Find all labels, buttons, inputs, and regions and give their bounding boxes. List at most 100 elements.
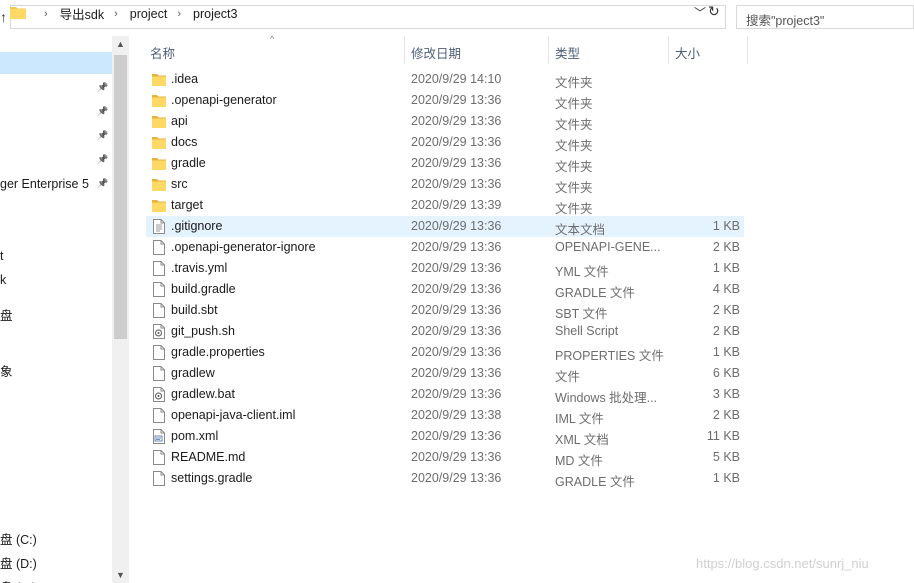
file-size: 1 KB — [712, 471, 740, 485]
nav-item[interactable]: 盘 (D:) — [0, 553, 37, 572]
column-divider[interactable] — [668, 36, 669, 64]
file-row[interactable]: build.gradle 2020/9/29 13:36 GRADLE 文件 4 KB — [146, 279, 744, 300]
file-icon — [153, 303, 165, 318]
file-date: 2020/9/29 13:36 — [411, 219, 502, 233]
folder-row[interactable]: gradle 2020/9/29 13:36 文件夹 — [146, 153, 744, 174]
file-type: 文件夹 — [555, 76, 593, 90]
file-date: 2020/9/29 13:36 — [411, 93, 502, 107]
file-row[interactable]: openapi-java-client.iml 2020/9/29 13:38 IM… — [146, 405, 744, 426]
file-row[interactable]: README.md 2020/9/29 13:36 MD 文件 5 KB — [146, 447, 744, 468]
folder-icon — [152, 158, 166, 170]
nav-item[interactable]: 象 — [0, 361, 13, 380]
chevron-right-icon[interactable]: › — [114, 8, 118, 20]
file-date: 2020/9/29 13:36 — [411, 429, 502, 443]
file-name: src — [171, 177, 188, 191]
scroll-down-icon[interactable]: ▼ — [116, 570, 125, 580]
scroll-up-icon[interactable]: ▲ — [116, 39, 125, 49]
file-date: 2020/9/29 13:36 — [411, 261, 502, 275]
pin-icon: 📌 — [97, 82, 109, 92]
sort-ascending-icon: ^ — [270, 34, 275, 44]
column-divider[interactable] — [747, 36, 748, 64]
pin-icon: 📌 — [97, 106, 109, 116]
nav-item[interactable]: t — [0, 249, 3, 263]
file-row[interactable]: gradlew.bat 2020/9/29 13:36 Windows 批处理...… — [146, 384, 744, 405]
nav-item[interactable]: 盘 (C:) — [0, 529, 37, 548]
file-row[interactable]: .travis.yml 2020/9/29 13:36 YML 文件 1 KB — [146, 258, 744, 279]
column-divider[interactable] — [548, 36, 549, 64]
file-row[interactable]: build.sbt 2020/9/29 13:36 SBT 文件 2 KB — [146, 300, 744, 321]
file-name: git_push.sh — [171, 324, 235, 338]
file-type: YML 文件 — [555, 265, 609, 279]
breadcrumb-item[interactable]: project — [130, 7, 168, 21]
file-size: 2 KB — [712, 408, 740, 422]
file-type: 文件夹 — [555, 160, 593, 174]
file-date: 2020/9/29 13:36 — [411, 387, 502, 401]
folder-row[interactable]: api 2020/9/29 13:36 文件夹 — [146, 111, 744, 132]
folder-row[interactable]: docs 2020/9/29 13:36 文件夹 — [146, 132, 744, 153]
file-date: 2020/9/29 13:36 — [411, 303, 502, 317]
file-row[interactable]: settings.gradle 2020/9/29 13:36 GRADLE 文件 1… — [146, 468, 744, 489]
nav-selected-item[interactable] — [0, 52, 112, 74]
chevron-down-icon[interactable]: ﹀ — [694, 4, 706, 21]
file-row[interactable]: git_push.sh 2020/9/29 13:36 Shell Script 2 … — [146, 321, 744, 342]
file-date: 2020/9/29 13:36 — [411, 324, 502, 338]
file-row[interactable]: gradle.properties 2020/9/29 13:36 PROPERTI… — [146, 342, 744, 363]
breadcrumb-item[interactable]: 导出sdk — [60, 4, 104, 23]
file-type: PROPERTIES 文件 — [555, 349, 664, 363]
folder-row[interactable]: .openapi-generator 2020/9/29 13:36 文件夹 — [146, 90, 744, 111]
column-header-type[interactable]: 类型 — [555, 43, 580, 62]
file-size: 2 KB — [712, 303, 740, 317]
folder-row[interactable]: target 2020/9/29 13:39 文件夹 — [146, 195, 744, 216]
file-date: 2020/9/29 13:36 — [411, 282, 502, 296]
file-type: GRADLE 文件 — [555, 286, 635, 300]
file-type: 文件夹 — [555, 97, 593, 111]
nav-item[interactable]: ger Enterprise 5 — [0, 177, 89, 191]
up-arrow-icon[interactable]: ↑ — [0, 9, 7, 25]
file-date: 2020/9/29 13:36 — [411, 366, 502, 380]
file-icon — [153, 450, 165, 465]
xml-file-icon — [153, 429, 165, 444]
file-icon — [153, 261, 165, 276]
file-name: openapi-java-client.iml — [171, 408, 296, 422]
chevron-right-icon[interactable]: › — [44, 8, 48, 20]
nav-item[interactable]: 盘 — [0, 305, 13, 324]
chevron-right-icon[interactable]: › — [177, 8, 181, 20]
column-header-name[interactable]: 名称 — [150, 43, 175, 62]
column-header-date[interactable]: 修改日期 — [411, 43, 461, 62]
file-date: 2020/9/29 13:36 — [411, 156, 502, 170]
file-date: 2020/9/29 13:36 — [411, 450, 502, 464]
file-size: 1 KB — [712, 261, 740, 275]
file-icon — [153, 282, 165, 297]
file-size: 2 KB — [712, 324, 740, 338]
script-file-icon — [153, 387, 165, 402]
breadcrumb-item[interactable]: project3 — [193, 7, 237, 21]
file-row[interactable]: pom.xml 2020/9/29 13:36 XML 文档 11 KB — [146, 426, 744, 447]
nav-scrollbar-thumb[interactable] — [114, 55, 127, 339]
pin-icon: 📌 — [97, 178, 109, 188]
file-date: 2020/9/29 14:10 — [411, 72, 502, 86]
file-row[interactable]: gradlew 2020/9/29 13:36 文件 6 KB — [146, 363, 744, 384]
folder-row[interactable]: src 2020/9/29 13:36 文件夹 — [146, 174, 744, 195]
column-divider[interactable] — [404, 36, 405, 64]
file-size: 4 KB — [712, 282, 740, 296]
file-icon — [153, 471, 165, 486]
file-row[interactable]: .openapi-generator-ignore 2020/9/29 13:36… — [146, 237, 744, 258]
folder-row[interactable]: .idea 2020/9/29 14:10 文件夹 — [146, 69, 744, 90]
file-name: gradlew.bat — [171, 387, 235, 401]
nav-item[interactable]: 盘 (E:) — [0, 577, 36, 583]
nav-item[interactable]: k — [0, 273, 6, 287]
file-type: Windows 批处理... — [555, 391, 658, 405]
file-name: README.md — [171, 450, 246, 464]
file-type: Shell Script — [555, 324, 619, 338]
file-type: 文本文档 — [555, 223, 606, 237]
search-input[interactable]: 搜索"project3" — [736, 5, 914, 29]
file-size: 11 KB — [706, 429, 740, 443]
file-size: 3 KB — [712, 387, 740, 401]
refresh-icon[interactable]: ↻ — [708, 3, 720, 20]
column-header-size[interactable]: 大小 — [675, 43, 700, 62]
file-size: 2 KB — [712, 240, 740, 254]
file-date: 2020/9/29 13:36 — [411, 240, 502, 254]
file-name: .travis.yml — [171, 261, 228, 275]
file-name: build.gradle — [171, 282, 236, 296]
file-row[interactable]: .gitignore 2020/9/29 13:36 文本文档 1 KB — [146, 216, 744, 237]
